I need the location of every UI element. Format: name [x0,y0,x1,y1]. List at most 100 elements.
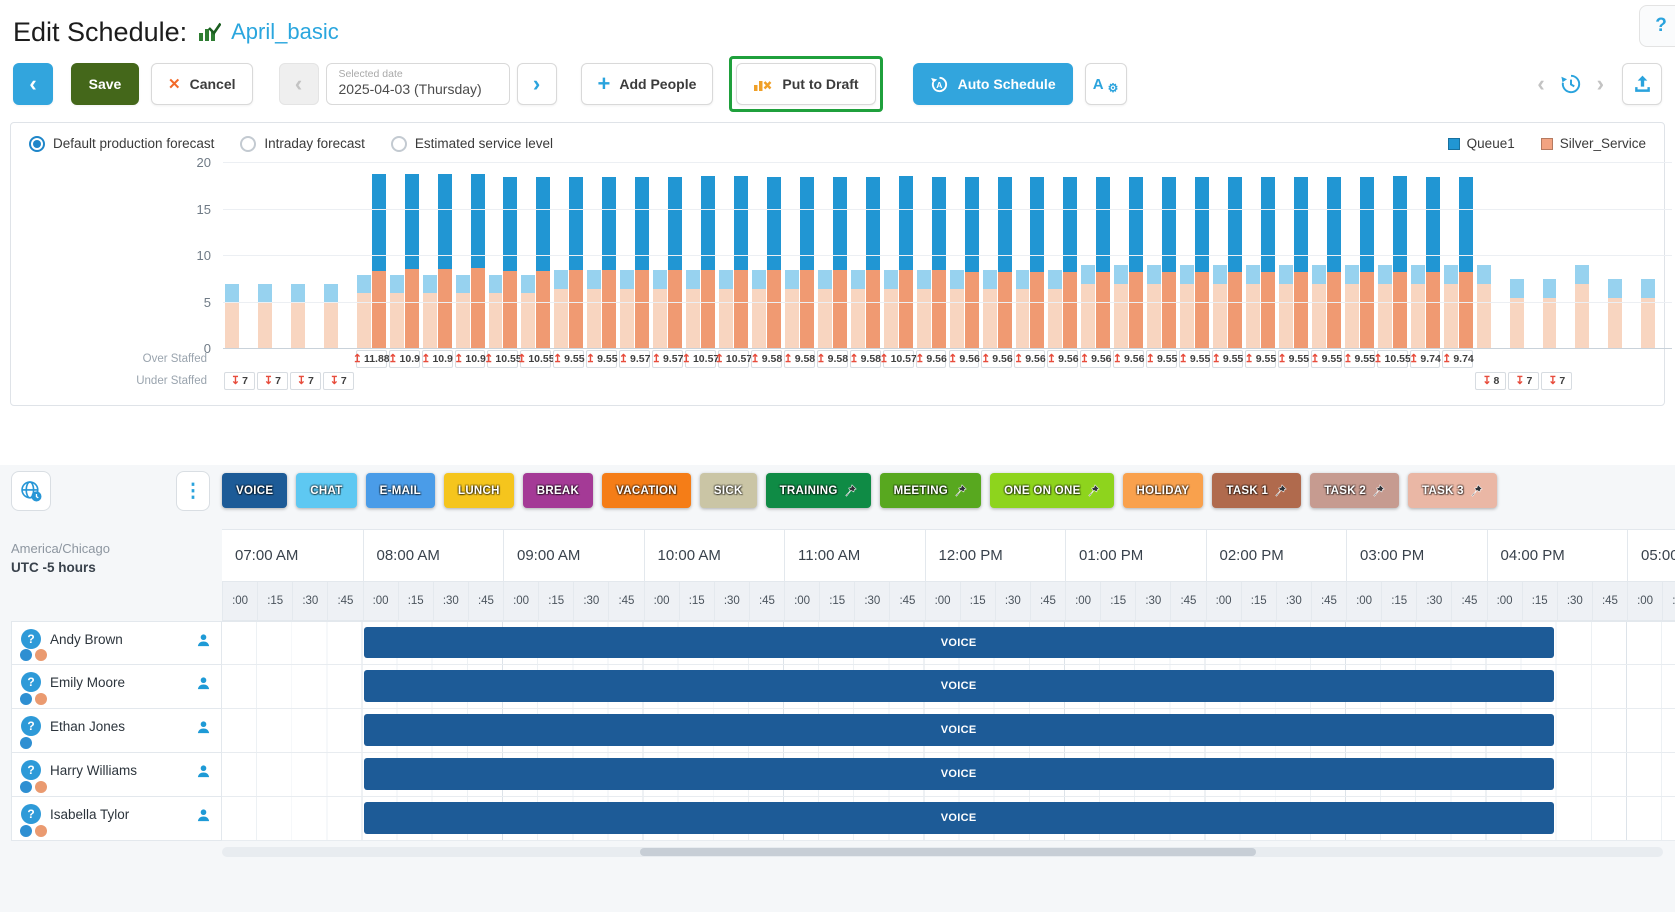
hour-header: 12:00 PM [925,530,1066,581]
undo-history-back-button[interactable]: ‹ [1535,71,1546,97]
shift-bar-voice[interactable]: VOICE [364,714,1554,746]
agent-question-icon[interactable]: ? [21,672,41,692]
hour-header: 01:00 PM [1065,530,1206,581]
shift-bar-voice[interactable]: VOICE [364,627,1554,658]
activity-holiday[interactable]: HOLIDAY [1123,473,1204,508]
agent-timeline[interactable]: VOICE [222,753,1675,797]
radio-icon[interactable] [240,136,256,152]
forecast-option-intraday-forecast[interactable]: Intraday forecast [240,136,365,152]
agent-profile-button[interactable] [196,633,211,648]
activity-voice[interactable]: VOICE [222,473,287,508]
scheduled-bar [1195,177,1210,349]
shift-bar-voice[interactable]: VOICE [364,802,1554,834]
agent-profile-button[interactable] [196,808,211,823]
agent-timeline[interactable]: VOICE [222,621,1675,665]
chart-bar-group [816,159,849,349]
scheduled-bar [404,174,419,349]
quarter-label: :00 [925,582,960,620]
activity-one-on-one[interactable]: ONE ON ONE [990,473,1113,508]
chevron-right-icon: › [1597,73,1604,95]
agent-question-icon[interactable]: ? [21,760,41,780]
quarter-label: :15 [257,582,292,620]
agent-question-icon[interactable]: ? [21,804,41,824]
hour-label: 10:00 AM [658,547,721,564]
agent-timeline[interactable]: VOICE [222,709,1675,753]
activity-task-3[interactable]: TASK 3 [1408,473,1497,508]
forecast-option-estimated-service-level[interactable]: Estimated service level [391,136,553,152]
agent-cell-isabella-tylor[interactable]: ?Isabella Tylor [11,797,222,841]
activity-label: LUNCH [458,485,500,497]
agent-cell-harry-williams[interactable]: ?Harry Williams [11,753,222,797]
grid-menu-button[interactable]: ⋮ [176,471,210,511]
chart-bar-group [355,159,388,349]
scrollbar-thumb[interactable] [640,848,1256,856]
activity-settings-button[interactable]: A ⚙ [1085,63,1127,105]
previous-date-button[interactable]: ‹ [279,63,319,105]
add-people-button[interactable]: + Add People [581,63,714,105]
shift-bar-voice[interactable]: VOICE [364,670,1554,702]
chart-bar-group [1079,159,1112,349]
schedule-name-link[interactable]: April_basic [231,19,339,45]
forecast-bar [883,270,898,349]
timezone-globe-button[interactable] [11,471,51,511]
forecast-option-default-production-forecast[interactable]: Default production forecast [29,136,214,152]
chart-bar-group [684,159,717,349]
chart-bar-group [981,159,1014,349]
auto-schedule-button[interactable]: A Auto Schedule [913,63,1073,105]
quarter-label: :00 [1206,582,1241,620]
over-staffed-value: ↥9.58 [751,350,782,368]
chart-bar-group [322,159,355,349]
shift-bar-voice[interactable]: VOICE [364,758,1554,790]
over-staffed-value: ↥10.9 [389,350,420,368]
redo-history-forward-button[interactable]: › [1595,71,1606,97]
agent-question-icon[interactable]: ? [21,716,41,736]
forecast-bar [752,270,767,349]
next-date-button[interactable]: › [517,63,557,105]
scheduled-bar [734,176,749,349]
activity-lunch[interactable]: LUNCH [444,473,514,508]
export-button[interactable] [1622,63,1662,105]
staff-value: 9.55 [564,353,584,365]
back-button[interactable]: ‹ [13,63,53,105]
agent-profile-button[interactable] [196,764,211,779]
agent-cell-andy-brown[interactable]: ?Andy Brown [11,621,222,665]
forecast-bar [1377,265,1392,349]
agent-question-icon[interactable]: ? [21,629,41,649]
scheduled-bar [997,177,1012,349]
scheduled-bar [569,177,584,349]
history-button[interactable] [1557,70,1585,98]
scheduled-bar [668,177,683,349]
activity-sick[interactable]: SICK [700,473,757,508]
radio-selected-icon[interactable] [29,136,45,152]
agent-cell-ethan-jones[interactable]: ?Ethan Jones [11,709,222,753]
radio-icon[interactable] [391,136,407,152]
agent-profile-button[interactable] [196,720,211,735]
activity-break[interactable]: BREAK [523,473,593,508]
over-staffed-value: ↥9.56 [1014,350,1045,368]
letter-a-icon: A [1093,76,1104,93]
selected-date-field[interactable]: Selected date 2025-04-03 (Thursday) [326,63,510,105]
agent-timeline[interactable]: VOICE [222,797,1675,841]
arrow-down-icon: ↧ [1548,376,1557,387]
hour-header: 11:00 AM [784,530,925,581]
activity-chat[interactable]: CHAT [296,473,356,508]
help-icon: ? [1655,15,1667,37]
agent-profile-button[interactable] [196,676,211,691]
horizontal-scrollbar[interactable] [222,847,1663,857]
activity-task-2[interactable]: TASK 2 [1310,473,1399,508]
activity-e-mail[interactable]: E-MAIL [366,473,435,508]
help-button[interactable]: ? [1639,5,1675,47]
activity-task-1[interactable]: TASK 1 [1212,473,1301,508]
agent-timeline[interactable]: VOICE [222,665,1675,709]
staff-value: 10.9 [465,353,485,365]
save-button[interactable]: Save [71,63,139,105]
cancel-button[interactable]: ✕ Cancel [151,63,253,105]
agent-cell-emily-moore[interactable]: ?Emily Moore [11,665,222,709]
activity-vacation[interactable]: VACATION [602,473,691,508]
forecast-option-label: Estimated service level [415,136,553,151]
put-to-draft-button[interactable]: Put to Draft [736,63,875,105]
activity-meeting[interactable]: MEETING [880,473,982,508]
forecast-bar [817,270,832,349]
activity-training[interactable]: TRAINING [766,473,871,508]
arrow-up-icon: ↥ [948,354,957,365]
